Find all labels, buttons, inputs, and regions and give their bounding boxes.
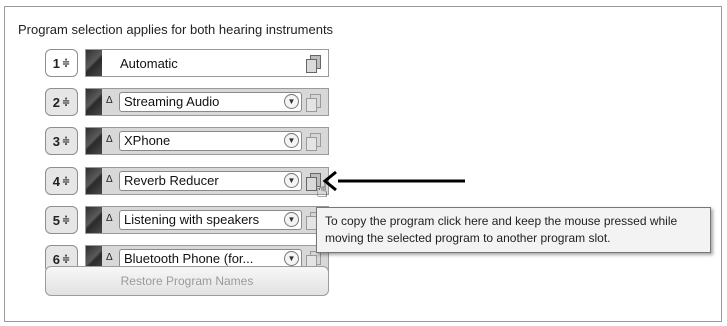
- program-bar-2: Δ Streaming Audio ▼: [85, 88, 329, 116]
- delta-icon: Δ: [106, 213, 113, 224]
- program-bar-1: Automatic: [85, 49, 329, 77]
- drag-handle[interactable]: [86, 128, 102, 154]
- callout-arrow-icon: [322, 171, 465, 191]
- program-select[interactable]: Reverb Reducer ▼: [119, 171, 302, 191]
- up-down-icon: ≑: [61, 214, 71, 226]
- program-select[interactable]: XPhone ▼: [119, 131, 302, 151]
- chevron-down-icon[interactable]: ▼: [284, 133, 299, 148]
- hand-cursor-icon: ☝: [316, 180, 329, 202]
- slot-number-2[interactable]: 2 ≑: [45, 88, 78, 116]
- drag-handle[interactable]: [86, 207, 102, 233]
- up-down-icon: ≑: [61, 253, 71, 265]
- delta-icon: Δ: [106, 252, 113, 263]
- program-row-4: 4 ≑ Δ Reverb Reducer ▼: [45, 167, 345, 195]
- slot-number-1[interactable]: 1 ≑: [45, 49, 78, 77]
- restore-program-names-button[interactable]: Restore Program Names: [45, 266, 329, 296]
- program-bar-4: Δ Reverb Reducer ▼: [85, 167, 329, 195]
- drag-handle[interactable]: [86, 89, 102, 115]
- copy-program-icon[interactable]: [306, 94, 321, 112]
- program-row-5: 5 ≑ Δ Listening with speakers ▼: [45, 206, 345, 234]
- copy-tooltip: To copy the program click here and keep …: [316, 207, 711, 253]
- slot-number-5[interactable]: 5 ≑: [45, 206, 78, 234]
- program-row-2: 2 ≑ Δ Streaming Audio ▼: [45, 88, 345, 116]
- up-down-icon: ≑: [61, 135, 71, 147]
- program-bar-5: Δ Listening with speakers ▼: [85, 206, 329, 234]
- delta-icon: Δ: [106, 174, 113, 185]
- slot-number-3[interactable]: 3 ≑: [45, 127, 78, 155]
- panel-heading: Program selection applies for both heari…: [18, 22, 334, 37]
- copy-program-icon[interactable]: [306, 55, 321, 73]
- program-row-3: 3 ≑ Δ XPhone ▼: [45, 127, 345, 155]
- delta-icon: Δ: [106, 95, 113, 106]
- up-down-icon: ≑: [61, 96, 71, 108]
- delta-icon: Δ: [106, 134, 113, 145]
- drag-handle[interactable]: [86, 168, 102, 194]
- slot-number-4[interactable]: 4 ≑: [45, 167, 78, 195]
- chevron-down-icon[interactable]: ▼: [284, 212, 299, 227]
- chevron-down-icon[interactable]: ▼: [284, 173, 299, 188]
- program-select[interactable]: Streaming Audio ▼: [119, 92, 302, 112]
- program-row-1: 1 ≑ Automatic: [45, 49, 345, 77]
- program-bar-3: Δ XPhone ▼: [85, 127, 329, 155]
- up-down-icon: ≑: [61, 57, 71, 69]
- program-select[interactable]: Listening with speakers ▼: [119, 210, 302, 230]
- drag-handle[interactable]: [86, 50, 102, 76]
- chevron-down-icon[interactable]: ▼: [284, 251, 299, 266]
- program-name: Automatic: [120, 56, 178, 71]
- chevron-down-icon[interactable]: ▼: [284, 94, 299, 109]
- up-down-icon: ≑: [61, 175, 71, 187]
- copy-program-icon[interactable]: [306, 133, 321, 151]
